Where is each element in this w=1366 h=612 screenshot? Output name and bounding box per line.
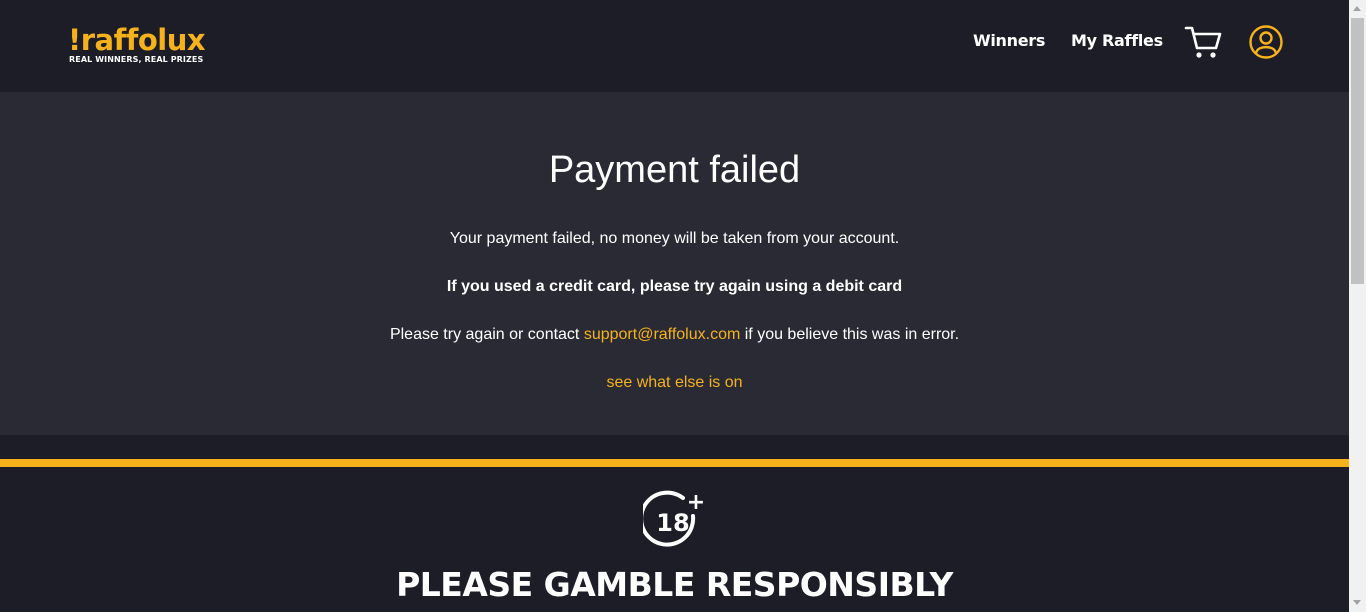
site-header: !raffolux REAL WINNERS, REAL PRIZES Winn…: [0, 0, 1349, 92]
page-title: Payment failed: [548, 149, 801, 191]
nav-winners[interactable]: Winners: [973, 30, 1045, 52]
page: !raffolux REAL WINNERS, REAL PRIZES Winn…: [0, 0, 1349, 612]
see-what-else-link[interactable]: see what else is on: [606, 374, 742, 391]
shopping-cart-icon[interactable]: [1184, 24, 1222, 60]
gamble-responsibly-heading: PLEASE GAMBLE RESPONSIBLY: [396, 565, 953, 604]
site-footer: 18 + PLEASE GAMBLE RESPONSIBLY: [0, 467, 1349, 612]
logo-tagline: REAL WINNERS, REAL PRIZES: [69, 55, 204, 64]
nav-my-raffles[interactable]: My Raffles: [1071, 30, 1163, 52]
age-badge-number: 18: [656, 509, 689, 537]
scrollbar-thumb[interactable]: [1351, 18, 1364, 284]
age-18-plus-icon: 18 +: [643, 490, 705, 547]
contact-support-text: Please try again or contact support@raff…: [0, 325, 1349, 345]
contact-suffix: if you believe this was in error.: [740, 326, 960, 343]
payment-status-panel: Payment failed Your payment failed, no m…: [0, 92, 1349, 435]
user-circle-icon[interactable]: [1248, 24, 1284, 60]
failure-message: Your payment failed, no money will be ta…: [449, 230, 900, 247]
contact-prefix: Please try again or contact: [389, 326, 584, 343]
credit-card-note: If you used a credit card, please try ag…: [446, 278, 903, 295]
age-badge-plus: +: [687, 490, 705, 515]
logo-wordmark: !raffolux: [68, 23, 206, 57]
support-email-link[interactable]: support@raffolux.com: [584, 326, 740, 343]
scroll-down-arrow-icon[interactable]: [1353, 600, 1361, 605]
raffolux-logo[interactable]: !raffolux REAL WINNERS, REAL PRIZES: [68, 25, 208, 69]
scroll-up-arrow-icon[interactable]: [1353, 6, 1361, 11]
see-more-text: see what else is on: [0, 373, 1349, 393]
footer-accent-stripe: [0, 459, 1349, 467]
